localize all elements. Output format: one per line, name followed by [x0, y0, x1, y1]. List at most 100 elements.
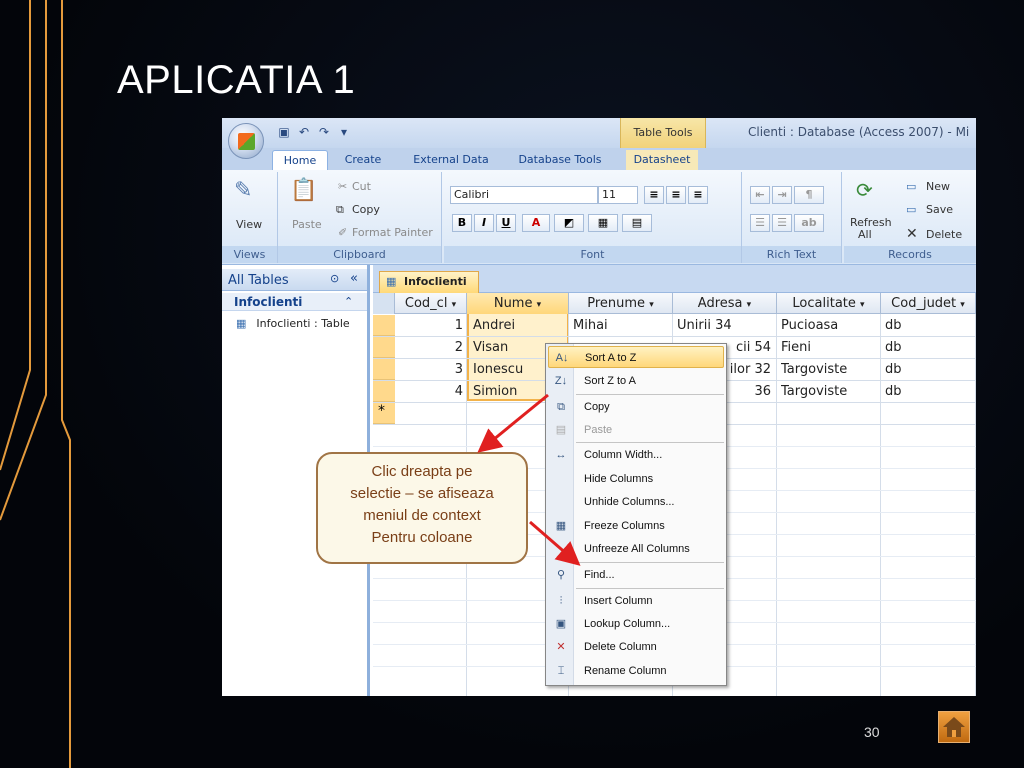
- cell-cod[interactable]: 3: [395, 359, 463, 380]
- cell-cod[interactable]: 1: [395, 315, 463, 336]
- home-icon: [943, 717, 965, 737]
- align-center-icon[interactable]: ≡: [666, 186, 686, 204]
- title-bar: ▣ ↶ ↷ ▾ Table Tools Clienti : Database (…: [222, 118, 976, 148]
- cell-prenume[interactable]: Mihai: [573, 315, 671, 336]
- cell-judet[interactable]: db: [885, 315, 975, 336]
- fill-color-icon[interactable]: ◩: [554, 214, 584, 232]
- format-painter-button[interactable]: Format Painter: [352, 226, 433, 239]
- indent-increase-icon[interactable]: ⇥: [772, 186, 792, 204]
- cut-button[interactable]: Cut: [352, 180, 371, 193]
- paragraph-icon[interactable]: ¶: [794, 186, 824, 204]
- collapse-pane-icon[interactable]: «: [350, 271, 358, 286]
- new-row-selector[interactable]: *: [373, 403, 395, 424]
- menu-item-paste[interactable]: ▤ Paste: [548, 419, 724, 441]
- save-icon[interactable]: ▣: [276, 124, 292, 140]
- row-selector[interactable]: [373, 315, 395, 336]
- column-header-prenume[interactable]: Prenume ▾: [569, 293, 673, 314]
- binoculars-icon: ⚲: [556, 569, 566, 581]
- copy-button[interactable]: Copy: [352, 203, 380, 216]
- column-header-cod-cl[interactable]: Cod_cl ▾: [395, 293, 467, 314]
- cell-adresa[interactable]: Unirii 34: [677, 315, 775, 336]
- column-header-adresa[interactable]: Adresa ▾: [673, 293, 777, 314]
- cell-judet[interactable]: db: [885, 381, 975, 402]
- menu-item-unfreeze-all[interactable]: Unfreeze All Columns: [548, 538, 724, 560]
- tab-datasheet[interactable]: Datasheet: [626, 150, 698, 170]
- cell-localitate[interactable]: Pucioasa: [781, 315, 879, 336]
- menu-item-freeze-columns[interactable]: ▦ Freeze Columns: [548, 515, 724, 537]
- menu-item-insert-column[interactable]: ⫶ Insert Column: [548, 590, 724, 612]
- cell-cod[interactable]: 4: [395, 381, 463, 402]
- callout-line: meniul de context: [363, 507, 481, 524]
- row-selector[interactable]: [373, 381, 395, 402]
- delete-record-button[interactable]: Delete: [926, 228, 962, 241]
- menu-item-unhide-columns[interactable]: Unhide Columns...: [548, 491, 724, 513]
- nav-group-header[interactable]: Infoclienti ⌃: [222, 293, 367, 311]
- tab-external-data[interactable]: External Data: [408, 150, 494, 170]
- bullets-icon[interactable]: ☰: [750, 214, 770, 232]
- cell-nume[interactable]: Andrei: [473, 315, 567, 336]
- menu-item-rename-column[interactable]: ⌶ Rename Column: [548, 660, 724, 682]
- refresh-all-label[interactable]: All: [858, 228, 872, 241]
- menu-item-hide-columns[interactable]: Hide Columns: [548, 468, 724, 490]
- view-button[interactable]: View: [236, 218, 262, 231]
- tab-database-tools[interactable]: Database Tools: [510, 150, 610, 170]
- new-record-button[interactable]: New: [926, 180, 950, 193]
- bold-button[interactable]: B: [452, 214, 472, 232]
- rich-text-group-label: Rich Text: [742, 246, 841, 263]
- menu-item-sort-a-z[interactable]: A↓ Sort A to Z: [548, 346, 724, 368]
- ribbon: ✎ View Views 📋 Paste ✂ Cut ⧉ Copy ✐ Form…: [222, 170, 976, 265]
- copy-icon: ⧉: [557, 401, 565, 413]
- font-size-select[interactable]: 11: [598, 186, 638, 204]
- document-tab[interactable]: ▦ Infoclienti: [379, 271, 479, 293]
- customize-icon[interactable]: ▾: [336, 124, 352, 140]
- font-name-select[interactable]: Calibri: [450, 186, 598, 204]
- nav-item-table[interactable]: ▦ Infoclienti : Table: [236, 317, 350, 330]
- indent-decrease-icon[interactable]: ⇤: [750, 186, 770, 204]
- freeze-grid-icon: ▦: [555, 520, 567, 532]
- font-group-label: Font: [444, 246, 741, 263]
- menu-item-find[interactable]: ⚲ Find...: [548, 564, 724, 586]
- font-color-button[interactable]: A: [522, 214, 550, 232]
- home-button[interactable]: [938, 711, 970, 743]
- cell-localitate[interactable]: Fieni: [781, 337, 879, 358]
- highlight-icon[interactable]: ab: [794, 214, 824, 232]
- cell-cod[interactable]: 2: [395, 337, 463, 358]
- underline-button[interactable]: U: [496, 214, 516, 232]
- tab-create[interactable]: Create: [338, 150, 388, 170]
- tab-home[interactable]: Home: [272, 150, 328, 170]
- numbering-icon[interactable]: ☰: [772, 214, 792, 232]
- menu-item-delete-column[interactable]: ✕ Delete Column: [548, 636, 724, 658]
- cell-judet[interactable]: db: [885, 337, 975, 358]
- menu-item-lookup-column[interactable]: ▣ Lookup Column...: [548, 613, 724, 635]
- table-tools-label: Table Tools: [620, 118, 706, 148]
- save-record-button[interactable]: Save: [926, 203, 953, 216]
- dropdown-icon[interactable]: ⊙: [330, 272, 339, 285]
- menu-item-column-width[interactable]: ↔ Column Width...: [548, 444, 724, 466]
- column-header-nume[interactable]: Nume ▾: [467, 293, 569, 314]
- alternate-row-icon[interactable]: ▤: [622, 214, 652, 232]
- cell-localitate[interactable]: Targoviste: [781, 359, 879, 380]
- cell-judet[interactable]: db: [885, 359, 975, 380]
- redo-icon[interactable]: ↷: [316, 124, 332, 140]
- align-right-icon[interactable]: ≡: [688, 186, 708, 204]
- column-header-cod-judet[interactable]: Cod_judet ▾: [881, 293, 976, 314]
- office-button[interactable]: [228, 123, 264, 159]
- cell-localitate[interactable]: Targoviste: [781, 381, 879, 402]
- collapse-group-icon[interactable]: ⌃: [344, 295, 353, 308]
- menu-item-copy[interactable]: ⧉ Copy: [548, 396, 724, 418]
- nav-group-title: Infoclienti: [234, 295, 303, 309]
- new-record-icon: ▭: [906, 180, 917, 193]
- select-all-corner[interactable]: [373, 293, 395, 314]
- paste-button[interactable]: Paste: [292, 218, 322, 231]
- nav-pane-header[interactable]: All Tables ⊙ «: [222, 269, 367, 291]
- callout-box: Clic dreapta pe selectie – se afiseaza m…: [316, 452, 528, 564]
- align-left-icon[interactable]: ≡: [644, 186, 664, 204]
- row-selector[interactable]: [373, 337, 395, 358]
- menu-item-sort-z-a[interactable]: Z↓ Sort Z to A: [548, 370, 724, 392]
- italic-button[interactable]: I: [474, 214, 494, 232]
- column-header-localitate[interactable]: Localitate ▾: [777, 293, 881, 314]
- ribbon-tabs: Home Create External Data Database Tools…: [222, 148, 976, 170]
- undo-icon[interactable]: ↶: [296, 124, 312, 140]
- row-selector[interactable]: [373, 359, 395, 380]
- gridlines-icon[interactable]: ▦: [588, 214, 618, 232]
